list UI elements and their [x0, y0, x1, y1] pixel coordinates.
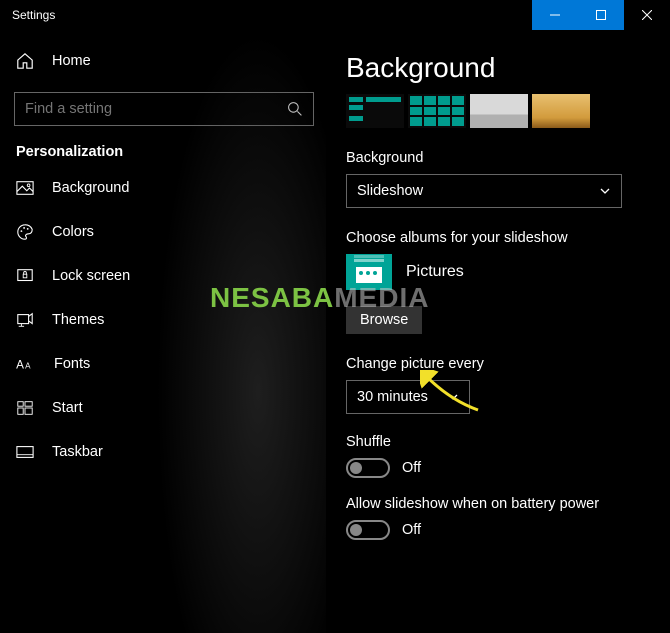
browse-label: Browse — [360, 312, 408, 328]
battery-label: Allow slideshow when on battery power — [346, 496, 670, 512]
home-nav[interactable]: Home — [0, 38, 326, 84]
palette-icon — [16, 223, 34, 241]
taskbar-icon — [16, 443, 34, 461]
battery-state: Off — [402, 522, 421, 538]
search-field[interactable] — [25, 101, 287, 117]
preview-thumbnails — [346, 94, 670, 128]
sidebar-item-background[interactable]: Background — [0, 166, 326, 210]
minimize-button[interactable] — [532, 0, 578, 30]
fonts-icon: AA — [16, 355, 36, 373]
sidebar-item-taskbar[interactable]: Taskbar — [0, 430, 326, 474]
album-row[interactable]: Pictures — [346, 254, 670, 290]
theme-thumb[interactable] — [408, 94, 466, 128]
background-label: Background — [346, 150, 670, 166]
lock-screen-icon — [16, 267, 34, 285]
sidebar: Home Personalization Background Colors L… — [0, 30, 326, 633]
chevron-down-icon — [599, 185, 611, 197]
svg-text:A: A — [25, 362, 31, 371]
home-label: Home — [52, 53, 91, 69]
background-dropdown[interactable]: Slideshow — [346, 174, 622, 208]
sidebar-item-colors[interactable]: Colors — [0, 210, 326, 254]
maximize-icon — [596, 10, 606, 20]
maximize-button[interactable] — [578, 0, 624, 30]
sidebar-item-label: Background — [52, 180, 129, 196]
album-name: Pictures — [406, 263, 464, 281]
theme-thumb[interactable] — [346, 94, 404, 128]
titlebar: Settings — [0, 0, 670, 30]
search-icon — [287, 101, 303, 117]
window-title: Settings — [0, 8, 55, 22]
sidebar-item-themes[interactable]: Themes — [0, 298, 326, 342]
close-icon — [642, 10, 652, 20]
battery-toggle[interactable] — [346, 520, 390, 540]
sidebar-item-lockscreen[interactable]: Lock screen — [0, 254, 326, 298]
page-title: Background — [346, 52, 670, 84]
shuffle-label: Shuffle — [346, 434, 670, 450]
browse-button[interactable]: Browse — [346, 306, 422, 334]
albums-label: Choose albums for your slideshow — [346, 230, 670, 246]
category-heading: Personalization — [0, 126, 326, 166]
theme-thumb[interactable] — [470, 94, 528, 128]
dropdown-value: 30 minutes — [357, 389, 447, 405]
dropdown-value: Slideshow — [357, 183, 599, 199]
shuffle-toggle[interactable] — [346, 458, 390, 478]
chevron-down-icon — [447, 391, 459, 403]
start-icon — [16, 399, 34, 417]
sidebar-item-label: Colors — [52, 224, 94, 240]
theme-thumb[interactable] — [532, 94, 590, 128]
sidebar-item-label: Taskbar — [52, 444, 103, 460]
sidebar-item-label: Start — [52, 400, 83, 416]
sidebar-item-label: Fonts — [54, 356, 90, 372]
picture-icon — [16, 179, 34, 197]
sidebar-item-fonts[interactable]: AA Fonts — [0, 342, 326, 386]
close-button[interactable] — [624, 0, 670, 30]
folder-icon — [346, 254, 392, 290]
themes-icon — [16, 311, 34, 329]
interval-dropdown[interactable]: 30 minutes — [346, 380, 470, 414]
sidebar-item-label: Themes — [52, 312, 104, 328]
home-icon — [16, 52, 34, 70]
svg-text:A: A — [16, 359, 24, 372]
search-input[interactable] — [14, 92, 314, 126]
sidebar-item-label: Lock screen — [52, 268, 130, 284]
sidebar-item-start[interactable]: Start — [0, 386, 326, 430]
change-label: Change picture every — [346, 356, 670, 372]
main-content: Background Background Slideshow Choose a… — [326, 30, 670, 633]
minimize-icon — [550, 10, 560, 20]
shuffle-state: Off — [402, 460, 421, 476]
